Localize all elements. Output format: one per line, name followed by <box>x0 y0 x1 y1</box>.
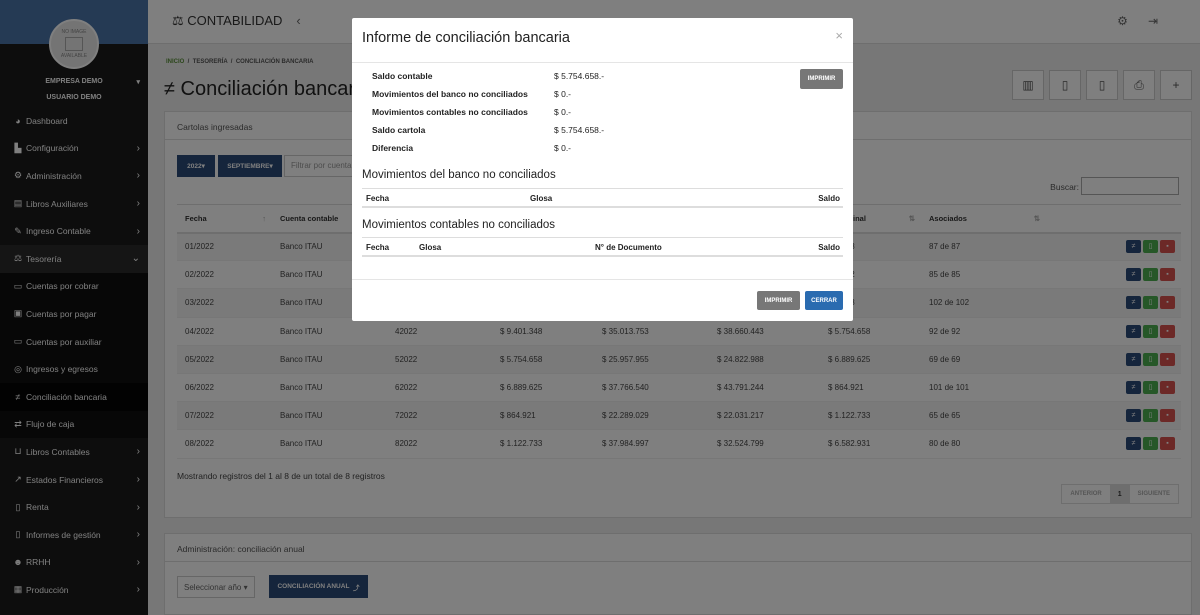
modal-print-top-button[interactable]: IMPRIMIR <box>800 69 843 89</box>
summary-label-mov-contables: Movimientos contables no conciliados <box>372 107 528 117</box>
th-glosa: Glosa <box>419 243 442 252</box>
th-saldo: Saldo <box>818 243 840 252</box>
th-fecha: Fecha <box>366 243 390 252</box>
summary-label-diferencia: Diferencia <box>372 143 414 153</box>
close-icon[interactable]: × <box>835 28 843 43</box>
th-documento: N° de Documento <box>595 243 662 252</box>
modal-close-button[interactable]: CERRAR <box>805 291 843 310</box>
summary-value-saldo-cartola: $ 5.754.658.- <box>554 125 605 135</box>
table-contables-header: Fecha Glosa N° de Documento Saldo <box>362 237 843 257</box>
modal-footer-divider <box>352 279 853 280</box>
summary-value-mov-banco: $ 0.- <box>554 89 572 99</box>
modal-divider <box>352 62 853 63</box>
section-banco-title: Movimientos del banco no conciliados <box>362 169 556 181</box>
th-saldo: Saldo <box>818 194 840 203</box>
section-contables-title: Movimientos contables no conciliados <box>362 219 556 231</box>
table-banco-header: Fecha Glosa Saldo <box>362 188 843 208</box>
th-glosa: Glosa <box>530 194 553 203</box>
summary-value-mov-contables: $ 0.- <box>554 107 572 117</box>
modal-title: Informe de conciliación bancaria <box>362 30 570 46</box>
summary-label-mov-banco: Movimientos del banco no conciliados <box>372 89 528 99</box>
modal-print-button[interactable]: IMPRIMIR <box>757 291 800 310</box>
summary-label-saldo-contable: Saldo contable <box>372 71 433 81</box>
th-fecha: Fecha <box>366 194 390 203</box>
summary-value-saldo-contable: $ 5.754.658.- <box>554 71 605 81</box>
summary-label-saldo-cartola: Saldo cartola <box>372 125 426 135</box>
report-modal: Informe de conciliación bancaria × Saldo… <box>352 18 853 321</box>
summary-value-diferencia: $ 0.- <box>554 143 572 153</box>
